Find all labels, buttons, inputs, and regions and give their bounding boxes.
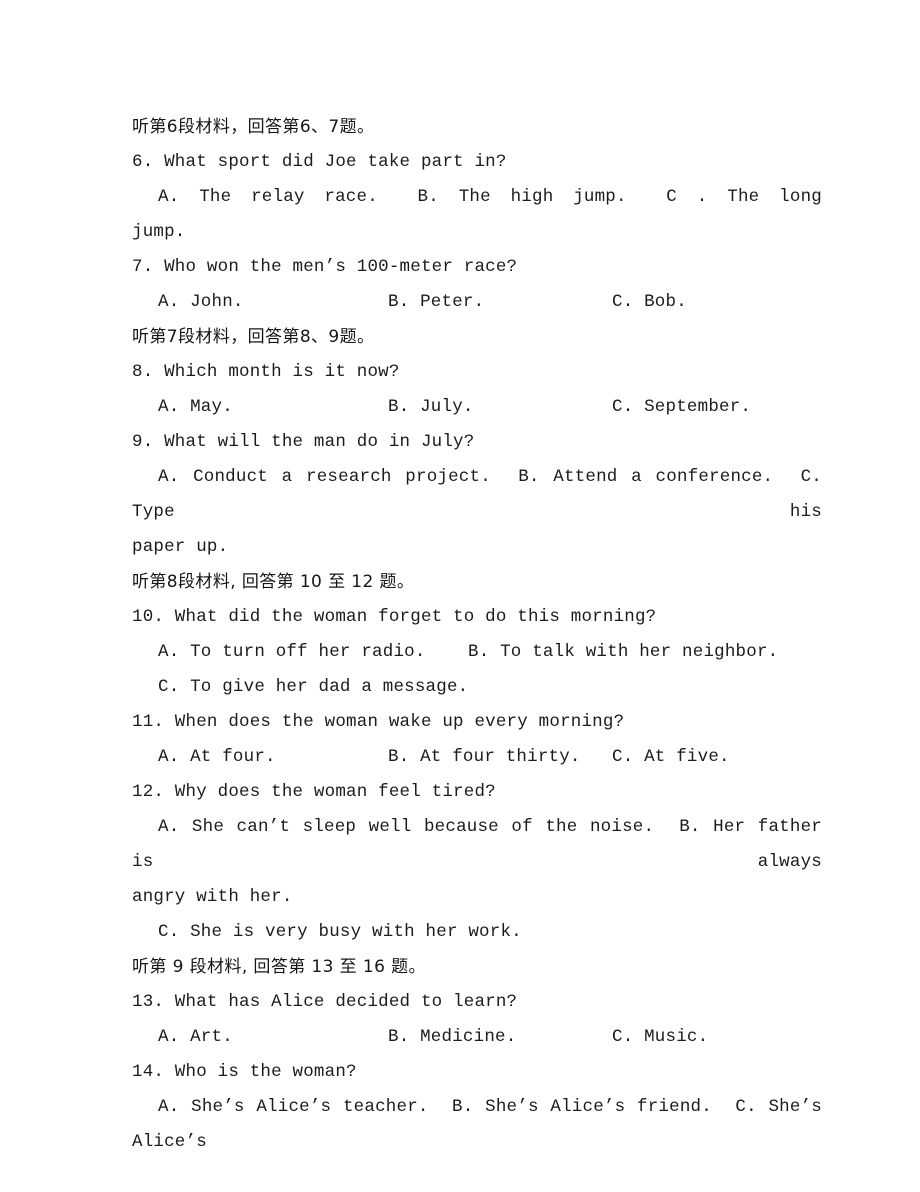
document-page: 听第6段材料，回答第6、7题。 6. What sport did Joe ta… [0,0,920,1192]
question-9-option-line: A. Conduct a research project. B. Attend… [132,467,833,522]
question-8-option-b: B. July. [388,397,474,417]
question-12-options-row-1: A. She can’t sleep well because of the n… [132,810,822,880]
question-10-stem: 10. What did the woman forget to do this… [132,607,657,627]
question-12-stem: 12. Why does the woman feel tired? [132,782,496,802]
question-11-stem: 11. When does the woman wake up every mo… [132,712,625,732]
question-9-stem: 9. What will the man do in July? [132,432,475,452]
question-7-option-b: B. Peter. [388,292,485,312]
question-14-option-line: A. She’s Alice’s teacher. B. She’s Alice… [132,1097,833,1152]
question-6-options: A. The relay race. B. The high jump. C .… [132,180,822,215]
question-13-option-c: C. Music. [612,1027,709,1047]
question-8-option-a: A. May. [158,397,233,417]
question-11-option-b: B. At four thirty. [388,747,581,767]
question-7-option-a: A. John. [158,292,244,312]
question-7-option-c: C. Bob. [612,292,687,312]
question-10-options-row-2: C. To give her dad a message. [158,677,469,697]
document-body: 听第6段材料，回答第6、7题。 6. What sport did Joe ta… [132,110,822,1160]
listening-passage-8-header: 听第8段材料, 回答第 10 至 12 题。 [132,572,415,592]
question-12-options-continuation: angry with her. [132,887,293,907]
question-8-stem: 8. Which month is it now? [132,362,400,382]
question-11-options: A. At four. B. At four thirty. C. At fiv… [132,740,822,775]
question-8-options: A. May. B. July. C. September. [132,390,822,425]
question-8-option-c: C. September. [612,397,752,417]
question-12-option-line: A. She can’t sleep well because of the n… [132,817,833,872]
question-7-options: A. John. B. Peter. C. Bob. [132,285,822,320]
listening-passage-7-header: 听第7段材料，回答第8、9题。 [132,327,375,347]
listening-passage-6-header: 听第6段材料，回答第6、7题。 [132,117,375,137]
question-11-option-a: A. At four. [158,747,276,767]
question-14-stem: 14. Who is the woman? [132,1062,357,1082]
question-6-stem: 6. What sport did Joe take part in? [132,152,507,172]
question-6-options-continuation: jump. [132,222,186,242]
question-12-options-row-2: C. She is very busy with her work. [158,922,522,942]
question-13-options: A. Art. B. Medicine. C. Music. [132,1020,822,1055]
question-13-option-b: B. Medicine. [388,1027,517,1047]
question-14-options: A. She’s Alice’s teacher. B. She’s Alice… [132,1090,822,1160]
question-9-options-continuation: paper up. [132,537,229,557]
question-13-option-a: A. Art. [158,1027,233,1047]
question-10-option-b: B. To talk with her neighbor. [468,642,779,662]
question-7-stem: 7. Who won the men’s 100-meter race? [132,257,518,277]
listening-passage-9-header: 听第 9 段材料, 回答第 13 至 16 题。 [132,957,426,977]
question-10-option-a: A. To turn off her radio. [158,642,426,662]
question-9-options: A. Conduct a research project. B. Attend… [132,460,822,530]
question-10-options-row-1: A. To turn off her radio. B. To talk wit… [132,635,822,670]
question-13-stem: 13. What has Alice decided to learn? [132,992,518,1012]
question-6-option-line: A. The relay race. B. The high jump. C .… [158,187,822,207]
question-11-option-c: C. At five. [612,747,730,767]
